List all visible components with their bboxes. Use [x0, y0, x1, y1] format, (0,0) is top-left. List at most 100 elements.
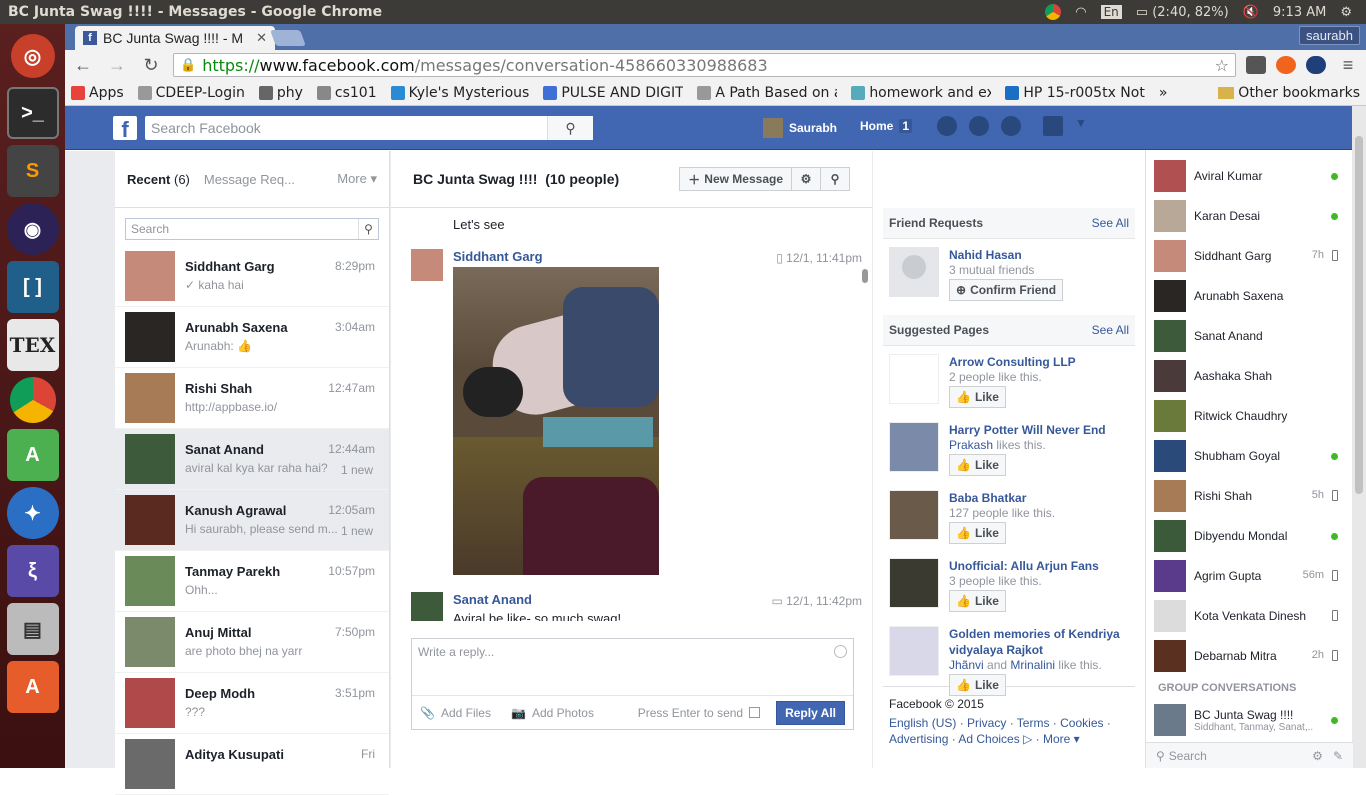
friend-request-name[interactable]: Nahid Hasan — [949, 247, 1124, 263]
page-avatar[interactable] — [889, 422, 939, 472]
eclipse-icon[interactable]: ◉ — [6, 203, 59, 255]
chrome-icon[interactable] — [9, 377, 56, 423]
chat-contact[interactable]: Debarnab Mitra 2h — [1146, 636, 1352, 676]
like-button[interactable]: 👍 Like — [949, 590, 1006, 612]
add-photos-button[interactable]: 📷 Add Photos — [511, 706, 594, 720]
clock[interactable]: 9:13 AM — [1273, 5, 1326, 20]
page-name[interactable]: Arrow Consulting LLP — [949, 354, 1124, 370]
bookmarks-overflow-button[interactable]: » — [1159, 85, 1168, 101]
emoji-icon[interactable] — [834, 645, 847, 658]
bookmark-star-icon[interactable]: ☆ — [1215, 56, 1229, 75]
conversation-item[interactable]: Aditya Kusupati Fri — [115, 734, 389, 795]
message-sender[interactable]: Siddhant Garg — [453, 249, 543, 264]
conversation-item[interactable]: Rishi Shah http://appbase.io/12:47am — [115, 368, 389, 429]
page-name[interactable]: Unofficial: Allu Arjun Fans — [949, 558, 1124, 574]
reply-input[interactable]: Write a reply... — [412, 639, 853, 695]
conversation-item[interactable]: Arunabh Saxena Arunabh: 👍 3:04am — [115, 307, 389, 368]
bookmark-item[interactable]: PULSE AND DIGIT — [543, 85, 683, 101]
profile-button[interactable]: saurabh — [1299, 26, 1360, 45]
bookmark-item[interactable]: phy — [258, 85, 303, 101]
messages-icon[interactable] — [969, 116, 989, 136]
group-conversation-item[interactable]: BC Junta Swag !!!! Siddhant, Tanmay, Sana… — [1146, 700, 1352, 740]
chat-contact[interactable]: Shubham Goyal — [1146, 436, 1352, 476]
inbox-search-input[interactable]: Search ⚲ — [125, 218, 379, 240]
message-requests-tab[interactable]: Message Req... — [204, 172, 295, 187]
like-button[interactable]: 👍 Like — [949, 522, 1006, 544]
new-message-button[interactable]: ＋ New Message — [679, 167, 792, 191]
conversation-item[interactable]: Anuj Mittal are photo bhej na yarr 7:50pm — [115, 612, 389, 673]
chat-contact[interactable]: Dibyendu Mondal — [1146, 516, 1352, 556]
bookmark-item[interactable]: Apps — [71, 85, 124, 101]
reply-all-button[interactable]: Reply All — [776, 700, 845, 725]
bookmark-item[interactable]: A Path Based on a — [697, 85, 837, 101]
chat-contact[interactable]: Kota Venkata Dinesh — [1146, 596, 1352, 636]
forward-icon[interactable]: → — [105, 55, 129, 76]
search-icon[interactable]: ⚲ — [358, 219, 378, 239]
keyboard-layout[interactable]: En — [1100, 5, 1122, 19]
active-tab[interactable]: f BC Junta Swag !!!! - M ✕ — [75, 26, 275, 50]
chat-contact[interactable]: Agrim Gupta 56m — [1146, 556, 1352, 596]
friend-link[interactable]: Jhãnvi — [949, 658, 984, 672]
files-stack-icon[interactable]: ▤ — [6, 603, 59, 655]
bookmark-item[interactable]: HP 15-r005tx Not — [1005, 85, 1145, 101]
press-enter-checkbox[interactable] — [749, 707, 761, 718]
see-all-link[interactable]: See All — [1092, 216, 1129, 230]
more-dropdown[interactable]: More ▾ — [337, 171, 377, 187]
like-button[interactable]: 👍 Like — [949, 674, 1006, 696]
conversation-item[interactable]: Sanat Anand aviral kal kya kar raha hai? 1… — [115, 429, 389, 490]
cloud-extension-icon[interactable] — [1306, 56, 1326, 74]
friend-requests-icon[interactable] — [937, 116, 957, 136]
firefox-sync-extension-icon[interactable] — [1276, 56, 1296, 74]
facebook-logo-icon[interactable]: f — [113, 116, 137, 142]
notifications-globe-icon[interactable] — [1001, 116, 1021, 136]
like-button[interactable]: 👍 Like — [949, 454, 1006, 476]
recent-tab[interactable]: Recent (6) — [127, 172, 190, 187]
conversation-item[interactable]: Siddhant Garg ✓ kaha hai 8:29pm — [115, 246, 389, 307]
home-link[interactable]: Home 1 — [860, 119, 913, 133]
fish-app-icon[interactable]: ✦ — [6, 487, 59, 539]
texmaker-icon[interactable]: TEX — [6, 319, 59, 371]
back-icon[interactable]: ← — [71, 55, 95, 76]
volume-icon[interactable]: 🔇 — [1243, 5, 1259, 20]
new-group-icon[interactable]: ✎ — [1333, 749, 1343, 763]
gear-icon[interactable]: ⚙ — [1312, 749, 1323, 763]
message-list[interactable]: Let's see Siddhant Garg ▯ 12/1, 11:41pm … — [391, 209, 872, 621]
pocket-extension-icon[interactable] — [1246, 56, 1266, 74]
avatar[interactable] — [411, 249, 443, 281]
conversation-item[interactable]: Deep Modh??? 3:51pm — [115, 673, 389, 734]
chat-contact[interactable]: Arunabh Saxena — [1146, 276, 1352, 316]
search-icon[interactable]: ⚲ — [820, 167, 850, 191]
profile-link[interactable]: Saurabh — [763, 118, 837, 138]
bookmark-item[interactable]: homework and ex — [851, 85, 991, 101]
brackets-icon[interactable]: [ ] — [6, 261, 59, 313]
conversation-item[interactable]: Kanush Agrawal Hi saurabh, please send m.… — [115, 490, 389, 551]
settings-gear-icon[interactable]: ⚙ — [791, 167, 821, 191]
see-all-link[interactable]: See All — [1092, 323, 1129, 337]
chat-contact[interactable]: Sanat Anand — [1146, 316, 1352, 356]
avatar[interactable] — [411, 592, 443, 621]
footer-links[interactable]: English (US) · Privacy · Terms · Cookies… — [889, 715, 1129, 747]
wifi-icon[interactable]: ◠ — [1075, 5, 1086, 20]
chat-contact[interactable]: Karan Desai — [1146, 196, 1352, 236]
terminal-icon[interactable]: >_ — [6, 87, 59, 139]
shared-photo[interactable] — [453, 267, 659, 575]
mutual-friends[interactable]: 3 mutual friends — [949, 263, 1034, 277]
page-avatar[interactable] — [889, 626, 939, 676]
bookmark-item[interactable]: CDEEP-Login — [137, 85, 245, 101]
android-studio-icon[interactable]: A — [6, 429, 59, 481]
chat-contact[interactable]: Siddhant Garg 7h — [1146, 236, 1352, 276]
page-scrollbar[interactable] — [1352, 106, 1366, 768]
friend-link[interactable]: Prakash — [949, 438, 993, 452]
scrollbar-thumb[interactable] — [1355, 136, 1363, 494]
like-button[interactable]: 👍 Like — [949, 386, 1006, 408]
reload-icon[interactable]: ↻ — [139, 55, 163, 76]
other-bookmarks[interactable]: Other bookmarks — [1218, 85, 1360, 101]
menu-icon[interactable]: ≡ — [1336, 55, 1360, 76]
battery-status[interactable]: ▭ (2:40, 82%) — [1136, 5, 1229, 20]
avatar[interactable] — [889, 247, 939, 297]
page-name[interactable]: Harry Potter Will Never End — [949, 422, 1124, 438]
chat-contact[interactable]: Aviral Kumar — [1146, 156, 1352, 196]
search-icon[interactable]: ⚲ — [547, 116, 593, 140]
privacy-shortcuts-icon[interactable] — [1043, 116, 1063, 136]
add-files-button[interactable]: 📎 Add Files — [420, 706, 491, 720]
